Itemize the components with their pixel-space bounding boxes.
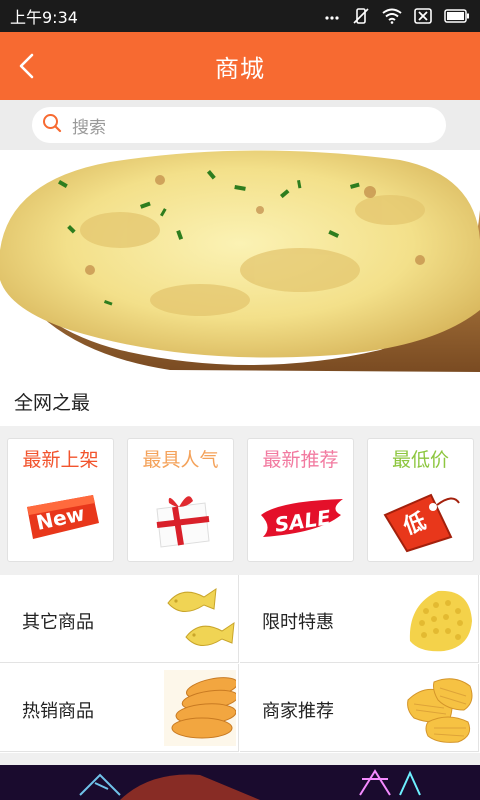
bottom-banner[interactable] — [0, 765, 480, 800]
search-input[interactable]: 搜索 — [32, 107, 446, 143]
status-icons — [324, 7, 470, 25]
promo-label: 最新推荐 — [262, 449, 339, 471]
promo-row: 最新上架 New 最具人气 最新推荐 SALE 最低价 低 — [0, 426, 480, 572]
promo-card-popular[interactable]: 最具人气 — [127, 438, 234, 562]
battery-icon — [444, 9, 470, 23]
nav-bar: 商城 — [0, 32, 480, 100]
section-title: 全网之最 — [0, 376, 480, 426]
promo-card-newest[interactable]: 最新上架 New — [7, 438, 114, 562]
fish-snack-image — [164, 581, 236, 657]
promo-label: 最具人气 — [142, 449, 219, 471]
wifi-icon — [382, 8, 402, 24]
back-arrow-icon[interactable] — [14, 52, 42, 80]
promo-label: 最新上架 — [22, 449, 99, 471]
sale-tag-icon: SALE — [259, 485, 344, 553]
promo-card-lowest-price[interactable]: 最低价 低 — [367, 438, 474, 562]
search-icon — [42, 113, 62, 137]
new-badge-icon: New — [19, 485, 104, 553]
category-merchant-recommend[interactable]: 商家推荐 — [240, 664, 479, 752]
corn-snack-image — [404, 581, 476, 657]
category-hot-sale[interactable]: 热销商品 — [0, 664, 239, 752]
category-label: 限时特惠 — [262, 612, 334, 633]
page-title: 商城 — [215, 54, 265, 83]
banner-image[interactable] — [0, 150, 480, 376]
more-dots-icon — [324, 11, 340, 21]
category-label: 其它商品 — [22, 612, 94, 633]
low-price-tag-icon: 低 — [379, 485, 464, 553]
no-sim-icon — [414, 8, 432, 24]
category-other-goods[interactable]: 其它商品 — [0, 575, 239, 663]
category-limited-offer[interactable]: 限时特惠 — [240, 575, 479, 663]
vibrate-off-icon — [352, 7, 370, 25]
status-bar: 上午9:34 — [0, 0, 480, 32]
ridged-chips-image — [404, 670, 476, 746]
category-grid: 其它商品 限时特惠 热销商品 商家推荐 — [0, 575, 480, 753]
status-time: 上午9:34 — [10, 8, 78, 27]
promo-card-recommended[interactable]: 最新推荐 SALE — [247, 438, 354, 562]
search-placeholder: 搜索 — [72, 117, 106, 138]
potato-chips-image — [164, 670, 239, 746]
promo-label: 最低价 — [391, 449, 449, 471]
category-label: 热销商品 — [22, 701, 94, 722]
gift-box-icon — [139, 485, 224, 553]
search-area: 搜索 — [0, 100, 480, 150]
category-label: 商家推荐 — [262, 701, 334, 722]
